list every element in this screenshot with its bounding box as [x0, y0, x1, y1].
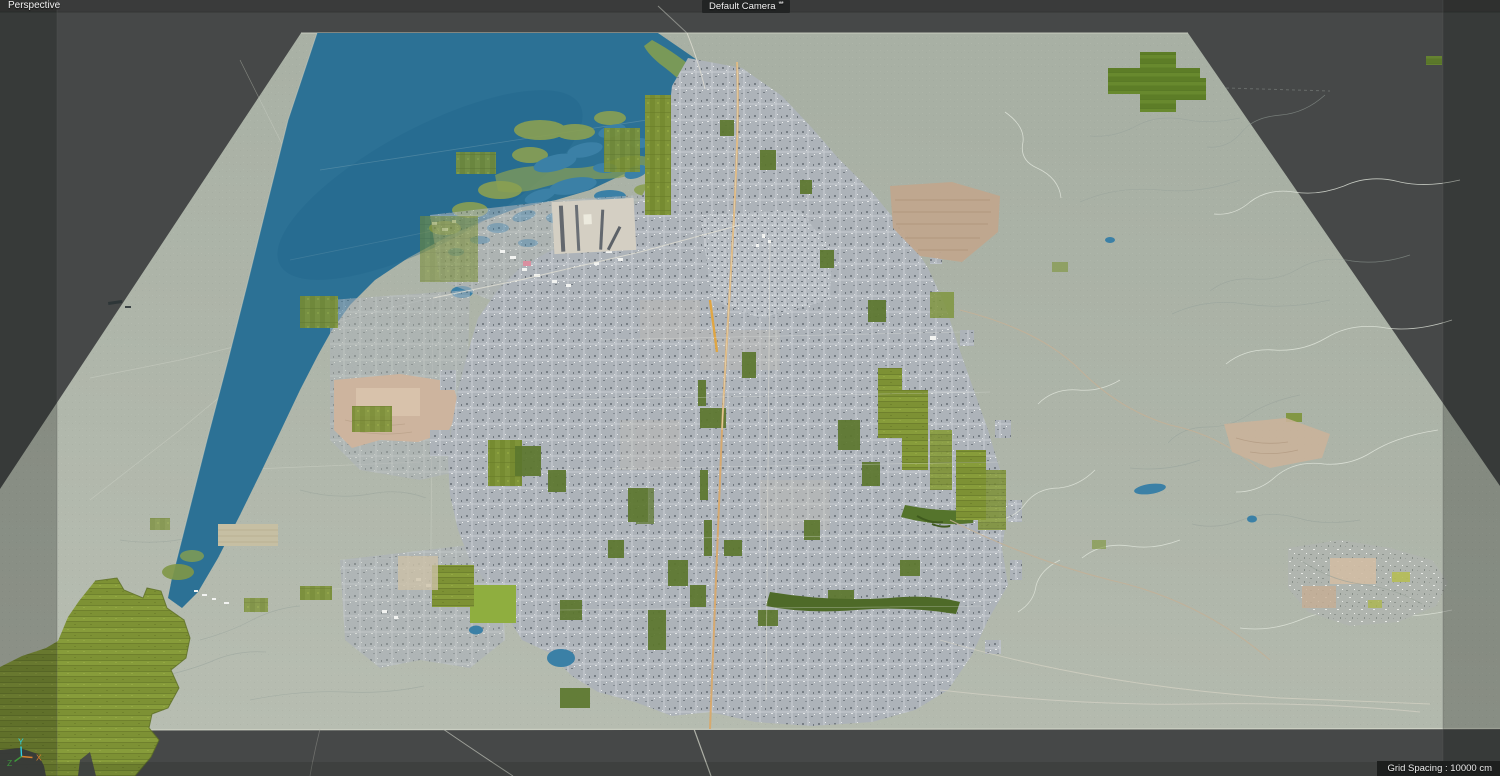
- axis-z-label: Z: [7, 758, 12, 768]
- viewport-3d[interactable]: X Y Z Perspective Default Camera ** Grid…: [0, 0, 1500, 776]
- camera-modified-icon: **: [778, 0, 784, 9]
- airport: [551, 197, 637, 255]
- grid-spacing-status: Grid Spacing : 10000 cm: [1377, 761, 1500, 776]
- camera-name-pill[interactable]: Default Camera **: [702, 0, 790, 13]
- axis-x-label: X: [36, 753, 42, 763]
- viewport-3d-canvas[interactable]: X Y Z: [0, 0, 1500, 776]
- grid-spacing-text: Grid Spacing : 10000 cm: [1387, 762, 1492, 774]
- camera-name-text: Default Camera: [709, 0, 776, 12]
- downtown-core: [700, 210, 832, 318]
- axis-y-label: Y: [18, 737, 24, 747]
- pink-building: [523, 261, 531, 266]
- view-mode-label[interactable]: Perspective: [8, 0, 60, 12]
